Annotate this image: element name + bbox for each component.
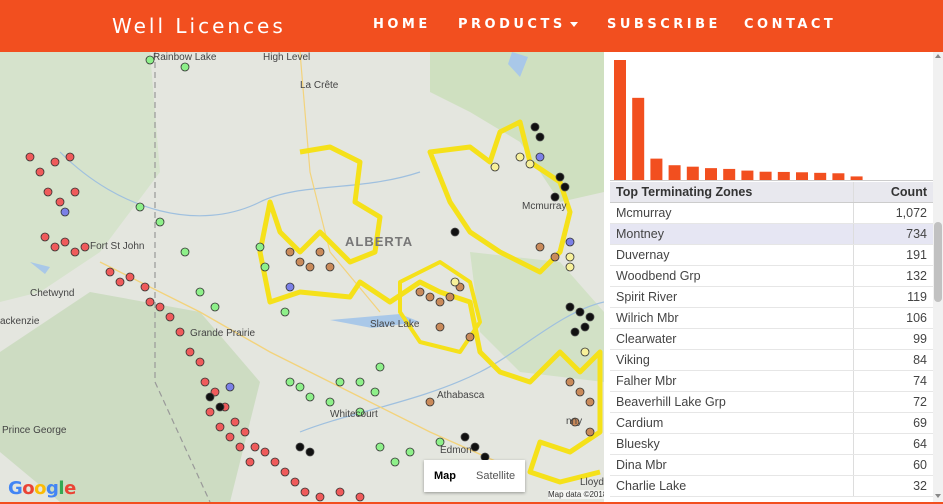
place-label: Rainbow Lake [153, 52, 217, 63]
zone-count-cell: 1,072 [853, 202, 933, 224]
zones-panel: Top Terminating Zones Count Mcmurray 1,07… [604, 52, 943, 502]
zone-count-cell: 64 [853, 433, 933, 455]
zone-name-cell: Duvernay [610, 244, 854, 266]
zone-name-cell: Mcmurray [610, 202, 854, 224]
nav-home[interactable]: HOME [373, 17, 431, 32]
google-logo: Google [8, 478, 76, 499]
zone-name-cell: Montney [610, 223, 854, 245]
map-view-button[interactable]: Map [424, 460, 466, 492]
chevron-down-icon [569, 22, 578, 27]
scroll-thumb[interactable] [934, 222, 942, 302]
zone-count-cell: 72 [853, 391, 933, 413]
chart-bar[interactable] [814, 172, 827, 180]
top-nav: Well Licences HOME PRODUCTS SUBSCRIBE CO… [0, 0, 943, 52]
chart-bar[interactable] [632, 97, 645, 180]
table-row[interactable]: Charlie Lake 32 [610, 475, 933, 497]
table-row[interactable]: Cardium 69 [610, 412, 933, 434]
scroll-up-icon[interactable] [935, 54, 941, 58]
zones-table-container[interactable]: Top Terminating Zones Count Mcmurray 1,07… [610, 182, 933, 502]
zone-name-cell: Spirit River [610, 286, 854, 308]
zone-count-cell: 191 [853, 244, 933, 266]
zone-name-cell: Wilrich Mbr [610, 307, 854, 329]
zone-count-cell: 32 [853, 475, 933, 497]
nav-products-label: PRODUCTS [458, 17, 566, 32]
table-row[interactable]: Woodbend Grp 132 [610, 265, 933, 287]
satellite-view-button[interactable]: Satellite [466, 460, 525, 492]
table-row[interactable]: Bluesky 64 [610, 433, 933, 455]
province-label: ALBERTA [345, 234, 414, 249]
zone-count-cell: 84 [853, 349, 933, 371]
table-row[interactable]: Beaverhill Lake Grp 72 [610, 391, 933, 413]
scrollbar[interactable] [933, 52, 943, 502]
table-row[interactable]: Clearwater 99 [610, 328, 933, 350]
well-map[interactable]: ALBERTA Rainbow Lake High Level La Crête… [0, 52, 604, 502]
zone-count-cell: 106 [853, 307, 933, 329]
zone-count-cell: 132 [853, 265, 933, 287]
table-row[interactable]: Duvernay 191 [610, 244, 933, 266]
map-type-toggle: Map Satellite [424, 460, 526, 492]
place-label: Lloyd [580, 477, 604, 488]
zone-name-cell: Viking [610, 349, 854, 371]
zone-name-cell: Woodbend Grp [610, 265, 854, 287]
chart-bar[interactable] [777, 171, 790, 180]
chart-bar[interactable] [796, 172, 808, 180]
zone-name-cell: Dina Mbr [610, 454, 854, 476]
table-row[interactable]: Falher Mbr 74 [610, 370, 933, 392]
zone-name-cell: Falher Mbr [610, 370, 854, 392]
zone-count-cell: 99 [853, 328, 933, 350]
place-label: La Crête [300, 80, 339, 91]
zone-name-cell: Beaverhill Lake Grp [610, 391, 854, 413]
zone-count-cell: 734 [853, 223, 933, 245]
place-label: Slave Lake [370, 319, 420, 330]
table-header-row: Top Terminating Zones Count [610, 182, 933, 203]
zones-table: Top Terminating Zones Count Mcmurray 1,07… [610, 182, 933, 497]
chart-svg [610, 60, 934, 181]
zone-count-cell: 69 [853, 412, 933, 434]
nav-contact[interactable]: CONTACT [744, 17, 836, 32]
zone-name-cell: Bluesky [610, 433, 854, 455]
place-label: Athabasca [437, 390, 485, 401]
table-row[interactable]: Montney 734 [610, 223, 933, 245]
place-label: nny [566, 416, 583, 427]
chart-bar[interactable] [705, 168, 717, 180]
zone-name-cell: Charlie Lake [610, 475, 854, 497]
nav-products[interactable]: PRODUCTS [458, 17, 578, 32]
chart-bar[interactable] [759, 171, 772, 180]
zone-count-cell: 74 [853, 370, 933, 392]
zones-bar-chart [610, 52, 934, 182]
place-label: Fort St John [90, 241, 145, 252]
table-row[interactable]: Spirit River 119 [610, 286, 933, 308]
chart-bar[interactable] [832, 173, 845, 180]
zone-name-cell: Clearwater [610, 328, 854, 350]
chart-bar[interactable] [668, 165, 681, 180]
table-row[interactable]: Wilrich Mbr 106 [610, 307, 933, 329]
place-label: Prince George [2, 425, 67, 436]
chart-bar[interactable] [741, 170, 754, 180]
map-credit: Map data ©2018 Google Imagery [548, 490, 604, 499]
chart-bar[interactable] [614, 60, 626, 180]
zone-count-cell: 60 [853, 454, 933, 476]
place-label: Whitecourt [330, 409, 378, 420]
place-label: Edmon [440, 445, 472, 456]
place-label: High Level [263, 52, 311, 63]
count-column-header[interactable]: Count [853, 182, 933, 203]
chart-bar[interactable] [723, 168, 736, 180]
zone-name-cell: Cardium [610, 412, 854, 434]
chart-bar[interactable] [850, 176, 863, 180]
chart-bar[interactable] [650, 158, 663, 180]
place-label: Mcmurray [522, 201, 567, 212]
nav-subscribe[interactable]: SUBSCRIBE [607, 17, 721, 32]
table-row[interactable]: Viking 84 [610, 349, 933, 371]
brand-logo[interactable]: Well Licences [112, 14, 286, 38]
table-row[interactable]: Mcmurray 1,072 [610, 202, 933, 224]
scroll-down-icon[interactable] [935, 494, 941, 498]
table-row[interactable]: Dina Mbr 60 [610, 454, 933, 476]
zone-column-header[interactable]: Top Terminating Zones [610, 182, 854, 203]
place-label: Chetwynd [30, 288, 75, 299]
place-label: ackenzie [0, 316, 40, 327]
map-canvas[interactable] [0, 52, 604, 502]
chart-bar[interactable] [686, 166, 699, 180]
place-label: Grande Prairie [190, 328, 256, 339]
zone-count-cell: 119 [853, 286, 933, 308]
